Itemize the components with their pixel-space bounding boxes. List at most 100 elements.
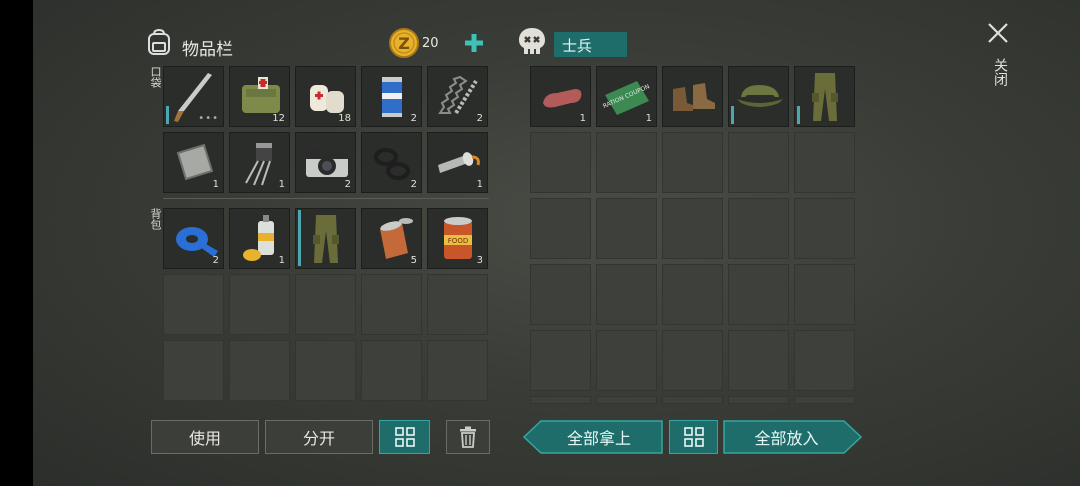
loot-slot-empty[interactable] <box>794 198 855 259</box>
loot-slot-empty[interactable] <box>596 132 657 193</box>
backpack-slot-empty[interactable] <box>229 274 290 335</box>
take-all-button[interactable]: 全部拿上 <box>523 420 663 454</box>
loot-slot-empty[interactable] <box>530 264 591 325</box>
loot-slot-empty[interactable] <box>530 330 591 391</box>
pocket-slot-5[interactable]: 2 <box>427 66 488 127</box>
coin-icon: Z <box>389 28 419 58</box>
loot-slot-empty[interactable] <box>794 330 855 391</box>
item-qty: 1 <box>278 255 285 266</box>
loot-slot-empty[interactable] <box>728 198 789 259</box>
loot-slot-empty[interactable] <box>728 132 789 193</box>
backpack-slot-5[interactable]: FOOD 3 <box>427 208 488 269</box>
loot-slot-empty[interactable] <box>662 198 723 259</box>
loot-slot-empty[interactable] <box>794 132 855 193</box>
put-all-button[interactable]: 全部放入 <box>723 420 862 454</box>
backpack-slot-2[interactable]: 1 <box>229 208 290 269</box>
backpack-slot-empty[interactable] <box>295 274 356 335</box>
pocket-slot-6[interactable]: 1 <box>163 132 224 193</box>
pocket-slot-4[interactable]: 2 <box>361 66 422 127</box>
inventory-title: 物品栏 <box>182 40 233 60</box>
left-black-bar <box>0 0 33 486</box>
pocket-slot-2[interactable]: 12 <box>229 66 290 127</box>
loot-slot-empty[interactable] <box>728 330 789 391</box>
durability-bar <box>797 106 800 124</box>
sort-loot-button[interactable] <box>669 420 718 454</box>
item-qty: 2 <box>410 179 417 190</box>
durability-bar <box>298 210 301 266</box>
loot-slot-empty[interactable] <box>794 264 855 325</box>
loot-slot-1[interactable]: 1 <box>530 66 591 127</box>
close-label: 关闭 <box>992 58 1008 86</box>
pocket-slot-1[interactable]: ••• <box>163 66 224 127</box>
trash-button[interactable] <box>446 420 490 454</box>
item-qty: 18 <box>338 113 351 124</box>
backpack-slot-1[interactable]: 2 <box>163 208 224 269</box>
loot-slot-empty[interactable] <box>728 264 789 325</box>
pocket-slot-7[interactable]: 1 <box>229 132 290 193</box>
backpack-slot-empty[interactable] <box>427 274 488 335</box>
backpack-slot-empty[interactable] <box>295 340 356 401</box>
loot-slot-empty[interactable] <box>596 198 657 259</box>
add-coins-button[interactable] <box>461 30 487 56</box>
loot-slot-empty[interactable] <box>530 396 591 404</box>
backpack-slot-empty[interactable] <box>361 274 422 335</box>
close-icon <box>988 23 1008 43</box>
loot-slot-empty[interactable] <box>662 132 723 193</box>
backpack-slot-empty[interactable] <box>163 340 224 401</box>
item-qty: 1 <box>579 113 586 124</box>
pocket-slot-3[interactable]: 18 <box>295 66 356 127</box>
target-name: 士兵 <box>562 37 593 55</box>
backpack-slot-4[interactable]: 5 <box>361 208 422 269</box>
sort-inventory-button[interactable] <box>379 420 430 454</box>
backpack-slot-empty[interactable] <box>361 340 422 401</box>
loot-slot-empty[interactable] <box>530 198 591 259</box>
loot-slot-empty[interactable] <box>794 396 855 404</box>
item-qty: 3 <box>476 255 483 266</box>
loot-slot-5[interactable] <box>794 66 855 127</box>
durability-bar <box>731 106 734 124</box>
item-qty: 12 <box>272 113 285 124</box>
backpack-icon <box>146 28 172 56</box>
backpack-slot-3[interactable] <box>295 208 356 269</box>
item-qty: 2 <box>410 113 417 124</box>
backpack-slot-empty[interactable] <box>229 340 290 401</box>
use-button[interactable]: 使用 <box>151 420 259 454</box>
loot-slot-empty[interactable] <box>596 264 657 325</box>
item-qty: 1 <box>278 179 285 190</box>
grid-sort-icon <box>394 427 415 447</box>
loot-slot-empty[interactable] <box>596 330 657 391</box>
loot-slot-empty[interactable] <box>728 396 789 404</box>
item-qty: 1 <box>645 113 652 124</box>
grid-sort-icon <box>683 427 704 447</box>
cargo-pants-icon <box>313 215 339 263</box>
take-all-label: 全部拿上 <box>566 429 631 448</box>
backpack-slot-empty[interactable] <box>427 340 488 401</box>
boots-icon <box>673 83 715 111</box>
item-qty: 2 <box>476 113 483 124</box>
loot-slot-4[interactable] <box>728 66 789 127</box>
split-button[interactable]: 分开 <box>265 420 373 454</box>
loot-slot-empty[interactable] <box>662 330 723 391</box>
item-qty: 1 <box>476 179 483 190</box>
loot-slot-3[interactable] <box>662 66 723 127</box>
close-button[interactable]: 关闭 <box>985 20 1011 100</box>
svg-text:Z: Z <box>398 34 410 53</box>
loot-slot-empty[interactable] <box>662 396 723 404</box>
pocket-slot-10[interactable]: 1 <box>427 132 488 193</box>
backpack-slot-empty[interactable] <box>163 274 224 335</box>
skull-icon <box>517 26 547 58</box>
item-qty: 2 <box>212 255 219 266</box>
loot-slot-2[interactable]: RATION COUPON 1 <box>596 66 657 127</box>
military-cap-icon <box>737 85 783 107</box>
pocket-slot-8[interactable]: 2 <box>295 132 356 193</box>
pocket-slot-9[interactable]: 2 <box>361 132 422 193</box>
trash-icon <box>460 426 476 448</box>
loot-slot-empty[interactable] <box>530 132 591 193</box>
durability-bar <box>166 106 169 124</box>
food-label: FOOD <box>448 237 468 245</box>
loot-slot-empty[interactable] <box>596 396 657 404</box>
loot-slot-empty[interactable] <box>662 264 723 325</box>
item-extra: ••• <box>198 113 219 124</box>
item-qty: 1 <box>212 179 219 190</box>
item-qty: 2 <box>344 179 351 190</box>
